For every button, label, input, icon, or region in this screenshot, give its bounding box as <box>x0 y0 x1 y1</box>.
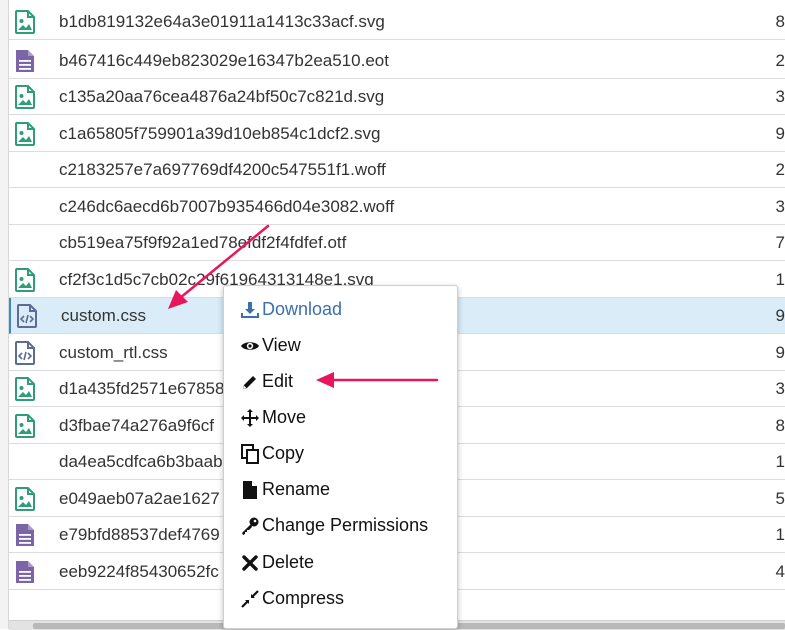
file-name[interactable]: custom_rtl.css <box>59 343 168 363</box>
menu-item-label: View <box>262 335 301 355</box>
move-arrows-icon <box>240 408 260 428</box>
menu-item-download[interactable]: Download <box>240 295 455 325</box>
image-file-icon <box>14 486 36 511</box>
file-name[interactable]: custom.css <box>61 306 146 326</box>
compress-icon <box>240 589 260 609</box>
file-name[interactable]: e049aeb07a2ae1627 <box>59 489 220 509</box>
left-gutter <box>0 0 9 629</box>
image-file-icon <box>14 413 36 438</box>
context-menu: Download View Edit Move Copy Rename Change Per… <box>223 285 458 629</box>
file-name[interactable]: c2183257e7a697769df4200c547551f1.woff <box>59 160 386 180</box>
menu-item-label: Copy <box>262 443 305 463</box>
file-row[interactable]: c246dc6aecd6b7007b935466d04e3082.woff 3 <box>9 188 785 225</box>
image-file-icon <box>14 377 36 401</box>
image-file-icon <box>14 267 36 292</box>
file-size: 3 <box>775 196 785 216</box>
file-row[interactable]: c1a65805f759901a39d10eb854c1dcf2.svg 9 <box>9 115 785 152</box>
image-file-icon <box>14 85 36 109</box>
file-size: 1 <box>775 269 785 289</box>
file-name[interactable]: e79bfd88537def4769 <box>59 525 220 545</box>
menu-item-label: Rename <box>262 479 331 499</box>
file-size: 5 <box>775 488 785 508</box>
file-size: 9 <box>775 342 785 362</box>
menu-item-compress[interactable]: Compress <box>240 584 455 614</box>
file-size: 3 <box>775 379 785 398</box>
menu-item-label: Download <box>262 299 343 319</box>
menu-item-label: Change Permissions <box>262 515 429 535</box>
file-size: 2 <box>775 160 785 179</box>
file-size: 7 <box>775 233 785 252</box>
menu-item-label: Move <box>262 407 307 427</box>
file-name[interactable]: d1a435fd2571e67858 <box>59 379 224 399</box>
menu-item-copy[interactable]: Copy <box>240 439 455 469</box>
file-row[interactable]: c2183257e7a697769df4200c547551f1.woff 2 <box>9 152 785 188</box>
file-name[interactable]: c246dc6aecd6b7007b935466d04e3082.woff <box>59 197 394 217</box>
text-file-icon <box>14 560 36 584</box>
file-name[interactable]: cb519ea75f9f92a1ed78efdf2f4fdfef.otf <box>59 233 346 253</box>
menu-item-delete[interactable]: Delete <box>240 548 455 578</box>
file-size: 8 <box>775 415 785 435</box>
copy-icon <box>240 444 260 464</box>
file-name[interactable]: d3fbae74a276a9f6cf <box>59 416 214 436</box>
file-size: 3 <box>775 87 785 106</box>
file-name[interactable]: b467416c449eb823029e16347b2ea510.eot <box>59 51 389 71</box>
file-row[interactable]: cb519ea75f9f92a1ed78efdf2f4fdfef.otf 7 <box>9 225 785 261</box>
file-size: 2 <box>775 50 785 70</box>
key-icon <box>240 516 260 536</box>
eye-icon <box>240 336 260 356</box>
close-x-icon <box>240 553 260 573</box>
file-name[interactable]: eeb9224f85430652fc <box>59 562 219 582</box>
code-file-icon <box>16 304 38 328</box>
file-size: 1 <box>775 452 785 471</box>
file-size: 9 <box>775 123 785 143</box>
image-file-icon <box>14 121 36 146</box>
file-name[interactable]: da4ea5cdfca6b3baab <box>59 452 223 472</box>
menu-item-label: Edit <box>262 371 294 391</box>
menu-item-rename[interactable]: Rename <box>240 475 455 505</box>
file-row[interactable]: b1db819132e64a3e01911a1413c33acf.svg 8 <box>9 4 785 40</box>
file-name[interactable]: b1db819132e64a3e01911a1413c33acf.svg <box>59 12 385 32</box>
text-file-icon <box>14 49 36 73</box>
file-size: 4 <box>775 561 785 581</box>
download-icon <box>240 300 260 320</box>
menu-item-label: Delete <box>262 552 315 572</box>
file-size: 9 <box>775 306 785 325</box>
image-file-icon <box>14 10 36 34</box>
text-file-icon <box>14 523 36 547</box>
file-size: 8 <box>775 12 785 31</box>
menu-item-move[interactable]: Move <box>240 403 455 433</box>
file-row[interactable]: c135a20aa76cea4876a24bf50c7c821d.svg 3 <box>9 79 785 115</box>
file-name[interactable]: c135a20aa76cea4876a24bf50c7c821d.svg <box>59 87 384 107</box>
menu-item-edit[interactable]: Edit <box>240 367 455 397</box>
file-icon <box>240 480 260 500</box>
menu-item-label: Compress <box>262 588 345 608</box>
pencil-icon <box>240 372 260 392</box>
menu-item-view[interactable]: View <box>240 331 455 361</box>
file-name[interactable]: c1a65805f759901a39d10eb854c1dcf2.svg <box>59 124 380 144</box>
code-file-icon <box>14 340 36 365</box>
menu-item-change-permissions[interactable]: Change Permissions <box>240 511 455 541</box>
file-row[interactable]: b467416c449eb823029e16347b2ea510.eot 2 <box>9 42 785 79</box>
file-size: 1 <box>775 525 785 544</box>
